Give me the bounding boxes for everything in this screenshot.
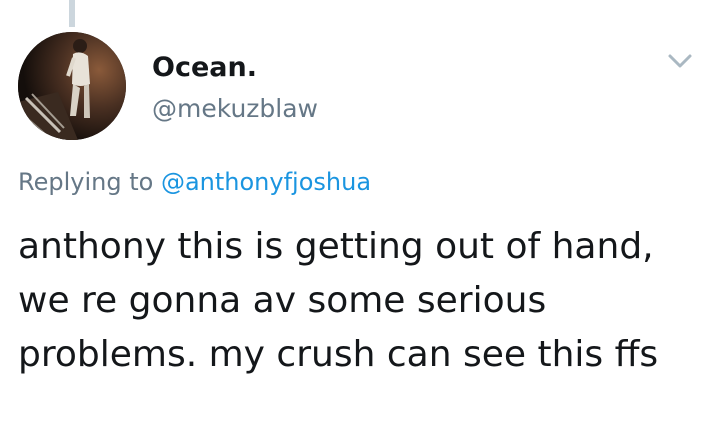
replying-to-handle-link[interactable]: @anthonyfjoshua [161,168,371,196]
avatar[interactable] [18,32,126,140]
replying-to-line: Replying to @anthonyfjoshua [18,166,371,198]
author-handle[interactable]: @mekuzblaw [152,94,318,124]
tweet-text: anthony this is getting out of hand, we … [18,226,659,375]
chevron-down-icon[interactable] [666,50,694,72]
tweet-author[interactable]: Ocean. @mekuzblaw [152,52,318,124]
thread-connector-line [69,0,75,27]
replying-to-label: Replying to [18,168,154,196]
author-display-name[interactable]: Ocean. [152,52,318,84]
avatar-photo [18,32,126,140]
